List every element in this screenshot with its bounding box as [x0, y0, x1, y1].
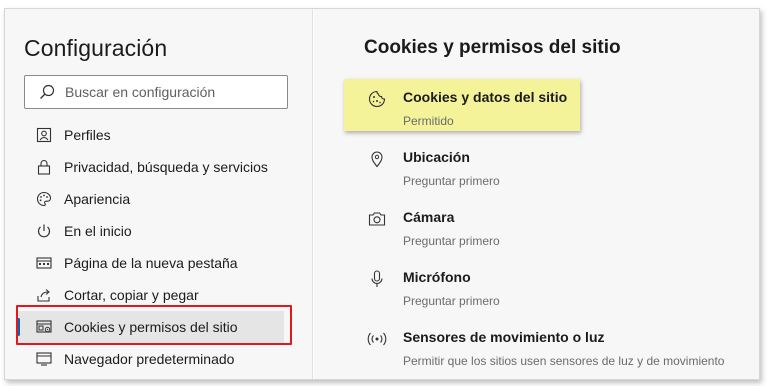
power-icon — [35, 222, 53, 240]
sidebar-item-nueva-pestana[interactable]: Página de la nueva pestaña — [5, 247, 312, 279]
permission-name: Sensores de movimiento o luz — [403, 329, 605, 345]
settings-window: Configuración Buscar en configuración Pe… — [4, 8, 760, 380]
permission-sensores[interactable]: Sensores de movimiento o luz Permitir qu… — [344, 319, 759, 379]
sidebar-item-label: Página de la nueva pestaña — [64, 255, 238, 271]
location-pin-icon — [367, 149, 387, 169]
share-icon — [35, 286, 53, 304]
permission-name: Micrófono — [403, 269, 471, 285]
new-tab-icon — [35, 254, 53, 272]
permission-status: Permitir que los sitios usen sensores de… — [403, 354, 725, 368]
permission-status: Preguntar primero — [403, 234, 500, 248]
sidebar-item-perfiles[interactable]: Perfiles — [5, 119, 312, 151]
sidebar: Configuración Buscar en configuración Pe… — [5, 9, 313, 379]
sidebar-item-label: Cortar, copiar y pegar — [64, 287, 199, 303]
sidebar-item-label: Apariencia — [64, 191, 131, 207]
permission-status: Preguntar primero — [403, 294, 500, 308]
permission-name: Cookies y datos del sitio — [403, 89, 568, 105]
browser-icon — [35, 350, 53, 368]
palette-icon — [35, 190, 53, 208]
permission-cookies[interactable]: Cookies y datos del sitio Permitido — [344, 79, 580, 131]
profile-icon — [35, 126, 53, 144]
sidebar-item-label: Navegador predeterminado — [64, 351, 235, 367]
permission-status: Permitido — [403, 114, 454, 128]
cookie-icon — [367, 89, 387, 109]
sidebar-item-navegador-predeterminado[interactable]: Navegador predeterminado — [5, 343, 312, 375]
lock-icon — [35, 158, 53, 176]
permissions-list: Cookies y datos del sitio Permitido Ubic… — [344, 79, 759, 379]
microphone-icon — [367, 269, 387, 289]
site-permissions-icon — [35, 318, 53, 336]
sidebar-item-cookies-permisos[interactable]: Cookies y permisos del sitio — [17, 311, 284, 343]
sidebar-item-apariencia[interactable]: Apariencia — [5, 183, 312, 215]
sidebar-item-privacidad[interactable]: Privacidad, búsqueda y servicios — [5, 151, 312, 183]
search-input[interactable]: Buscar en configuración — [24, 75, 288, 109]
camera-icon — [367, 209, 387, 229]
permission-microfono[interactable]: Micrófono Preguntar primero — [344, 259, 759, 319]
sidebar-item-label: Cookies y permisos del sitio — [64, 319, 238, 335]
sidebar-item-label: Perfiles — [64, 127, 111, 143]
search-placeholder: Buscar en configuración — [65, 84, 216, 100]
sidebar-item-en-el-inicio[interactable]: En el inicio — [5, 215, 312, 247]
permission-camara[interactable]: Cámara Preguntar primero — [344, 199, 759, 259]
sidebar-item-label: Privacidad, búsqueda y servicios — [64, 159, 268, 175]
page-title: Cookies y permisos del sitio — [364, 37, 621, 58]
sidebar-item-cortar-copiar-pegar[interactable]: Cortar, copiar y pegar — [5, 279, 312, 311]
search-icon — [37, 82, 57, 102]
sidebar-nav: Perfiles Privacidad, búsqueda y servicio… — [5, 119, 312, 375]
sidebar-title: Configuración — [24, 35, 168, 61]
main-panel: Cookies y permisos del sitio Cookies y d… — [314, 9, 759, 379]
sidebar-item-label: En el inicio — [64, 223, 132, 239]
permission-ubicacion[interactable]: Ubicación Preguntar primero — [344, 139, 759, 199]
permission-name: Cámara — [403, 209, 455, 225]
permission-status: Preguntar primero — [403, 174, 500, 188]
permission-name: Ubicación — [403, 149, 470, 165]
sensor-icon — [367, 329, 387, 349]
